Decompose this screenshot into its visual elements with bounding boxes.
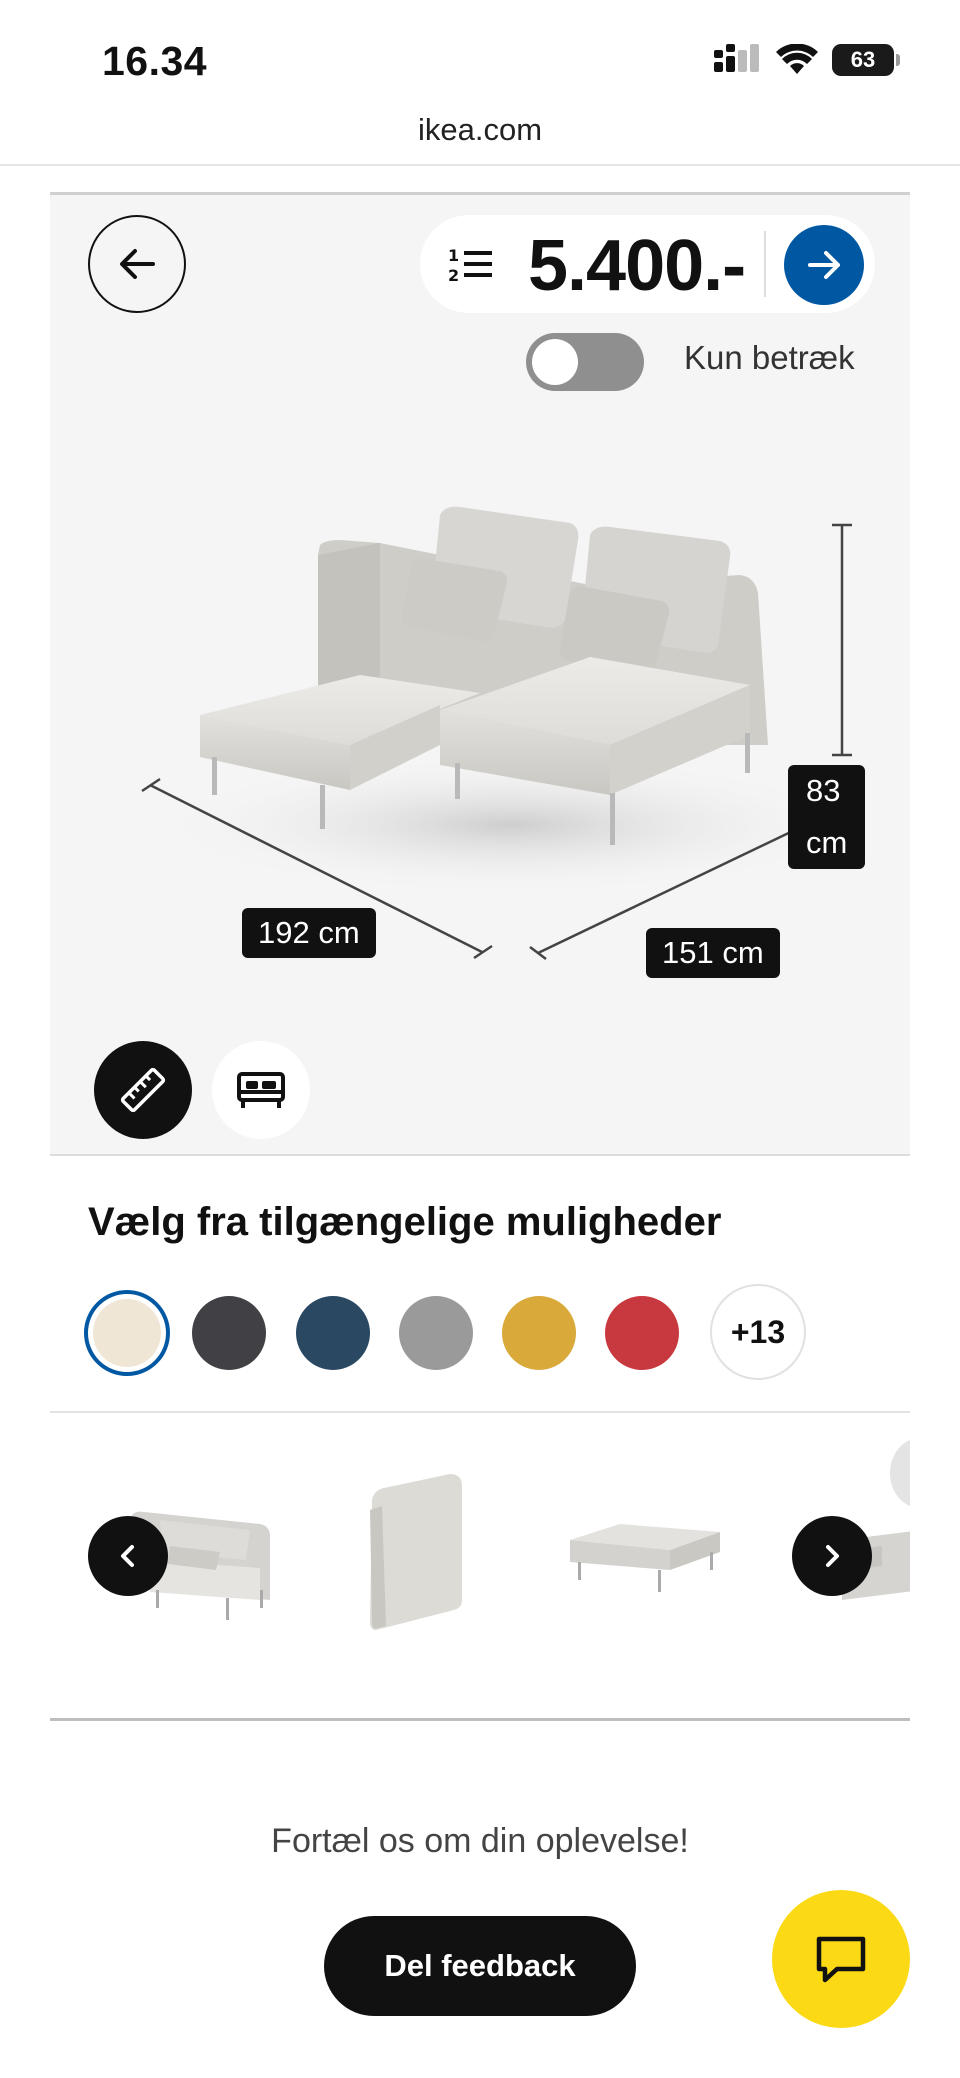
price-summary[interactable]: 1 2 5.400.- — [420, 215, 875, 313]
svg-text:2: 2 — [448, 266, 459, 285]
arrow-right-icon — [808, 251, 840, 279]
swatch-grey[interactable] — [399, 1296, 473, 1370]
swatch-beige[interactable] — [84, 1290, 170, 1376]
status-time: 16.34 — [102, 38, 208, 84]
sofa-3d-model[interactable] — [50, 445, 910, 1025]
measurements-button[interactable] — [94, 1041, 192, 1139]
chat-button[interactable] — [772, 1890, 910, 2028]
signal-icon — [714, 44, 759, 72]
status-bar: 16.34 63 — [0, 0, 960, 110]
options-title: Vælg fra tilgængelige muligheder — [88, 1200, 722, 1244]
more-options-button[interactable]: +13 — [710, 1284, 806, 1380]
carousel-prev-button[interactable] — [88, 1516, 168, 1596]
browser-url[interactable]: ikea.com — [0, 112, 960, 148]
numbered-list-icon: 1 2 — [448, 246, 492, 285]
divider — [50, 1411, 910, 1413]
dimension-height-unit: cm — [806, 825, 848, 860]
arrow-left-icon — [120, 249, 155, 279]
dimension-height-value: 83 — [806, 773, 841, 808]
bed-icon — [237, 1072, 285, 1108]
toggle-knob — [532, 339, 578, 385]
status-icons: 63 — [714, 44, 900, 76]
cover-only-label: Kun betræk — [684, 339, 855, 376]
divider — [0, 164, 960, 166]
cover-only-toggle[interactable] — [526, 333, 644, 391]
swatch-yellow[interactable] — [502, 1296, 576, 1370]
divider — [764, 231, 766, 297]
divider — [50, 1718, 910, 1721]
feedback-button[interactable]: Del feedback — [324, 1916, 636, 2016]
swatch-dark-blue[interactable] — [296, 1296, 370, 1370]
back-button[interactable] — [88, 215, 186, 313]
dimension-height-label: 83 cm — [788, 765, 866, 869]
ruler-icon — [120, 1067, 166, 1113]
battery-level: 63 — [850, 47, 876, 72]
swatch-color — [93, 1299, 161, 1367]
carousel-item-armrest[interactable] — [362, 1470, 472, 1640]
swatch-dark-grey[interactable] — [192, 1296, 266, 1370]
chevron-right-icon — [826, 1545, 839, 1567]
carousel-item-footstool[interactable] — [560, 1510, 730, 1620]
carousel-next-button[interactable] — [792, 1516, 872, 1596]
carousel-item-partial[interactable] — [890, 1438, 910, 1508]
product-price: 5.400.- — [528, 226, 746, 306]
dimension-width-label: 192 cm — [242, 908, 376, 958]
battery-icon: 63 — [832, 44, 900, 76]
dimension-depth-label: 151 cm — [646, 928, 780, 978]
chat-bubble-icon — [816, 1936, 866, 1983]
chevron-left-icon — [121, 1545, 134, 1567]
wifi-icon — [776, 44, 818, 74]
continue-button[interactable] — [784, 225, 864, 305]
swatch-red[interactable] — [605, 1296, 679, 1370]
svg-text:1: 1 — [448, 246, 459, 265]
product-viewer[interactable]: 1 2 5.400.- Kun betræk 192 cm 151 cm 83 … — [50, 192, 910, 1156]
feedback-prompt: Fortæl os om din oplevelse! — [271, 1822, 689, 1860]
divider — [50, 1154, 910, 1156]
room-view-button[interactable] — [212, 1041, 310, 1139]
module-carousel[interactable] — [50, 1420, 910, 1700]
